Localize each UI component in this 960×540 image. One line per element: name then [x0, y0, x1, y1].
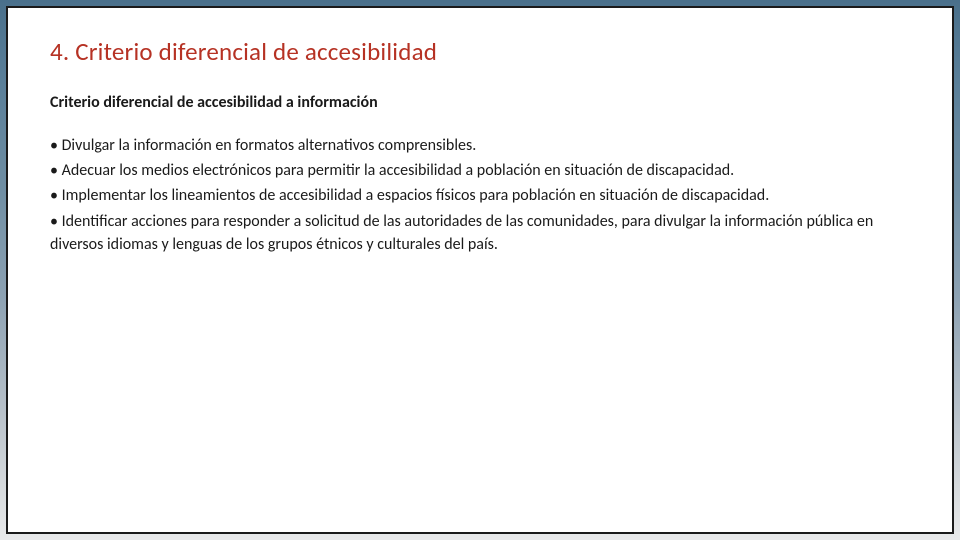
bullet-item: • Adecuar los medios electrónicos para p…: [50, 159, 880, 182]
slide-title: 4. Criterio diferencial de accesibilidad: [50, 36, 910, 67]
slide-subtitle: Criterio diferencial de accesibilidad a …: [50, 93, 910, 112]
bullet-item: • Identificar acciones para responder a …: [50, 210, 880, 256]
bullet-item: • Divulgar la información en formatos al…: [50, 134, 880, 157]
bullet-list: • Divulgar la información en formatos al…: [50, 134, 880, 256]
bullet-item: • Implementar los lineamientos de accesi…: [50, 184, 880, 207]
slide-frame: 4. Criterio diferencial de accesibilidad…: [6, 6, 954, 534]
